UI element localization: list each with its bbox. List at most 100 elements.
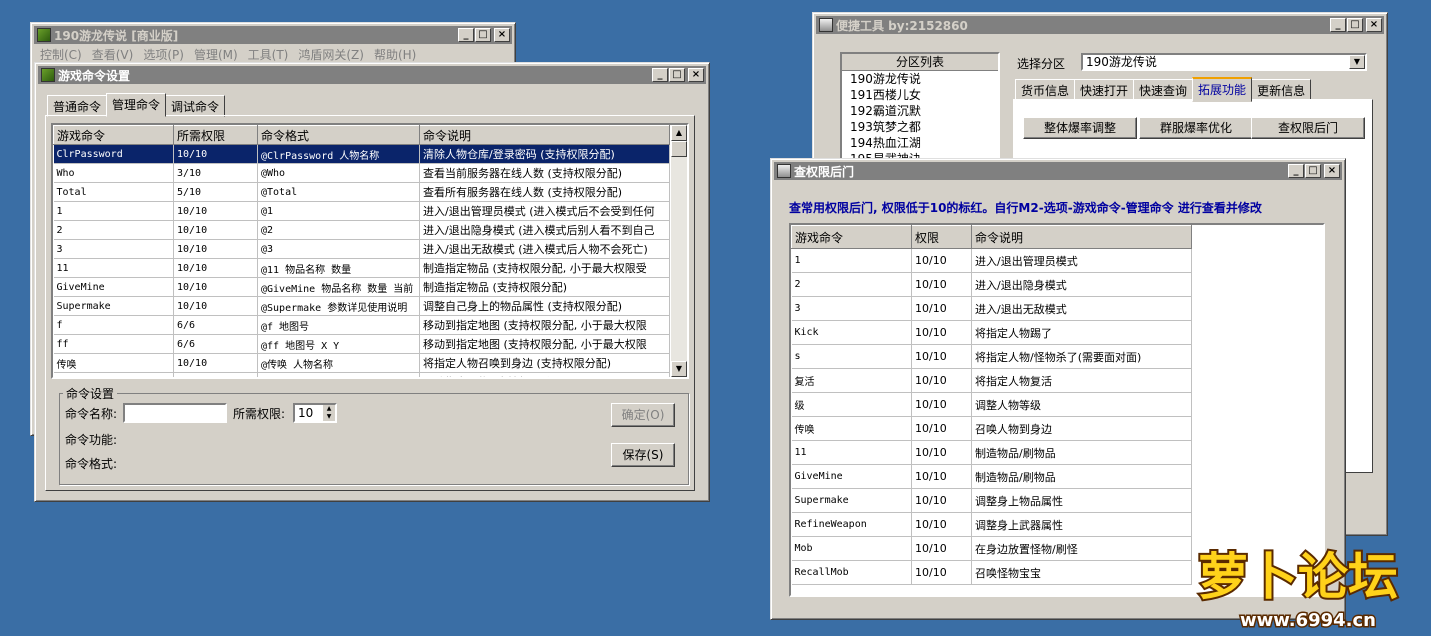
table-row[interactable]: Total 5/10 @Total 查看所有服务器在线人数 (支持权限分配): [53, 182, 670, 202]
minimize-icon[interactable]: _: [652, 68, 668, 82]
ok-button[interactable]: 确定(O): [611, 403, 675, 427]
list-item[interactable]: 191西楼儿女: [846, 87, 998, 103]
menu-gateway[interactable]: 鸿盾网关(Z): [293, 45, 369, 63]
col-header-permission[interactable]: 权限: [911, 225, 972, 249]
cell-permission: 10/10: [911, 320, 972, 345]
cell-format: @ClrPassword 人物名称: [257, 144, 420, 164]
save-button[interactable]: 保存(S): [611, 443, 675, 467]
maximize-icon[interactable]: □: [669, 68, 685, 82]
tool-window-titlebar[interactable]: 便捷工具 by:2152860 _ □ ×: [816, 16, 1384, 34]
cell-description: 进入/退出隐身模式 (进入模式后别人看不到自己: [419, 220, 670, 240]
table-row[interactable]: 2 10/10 进入/退出隐身模式: [791, 272, 1192, 297]
tab-update-info[interactable]: 更新信息: [1251, 79, 1312, 101]
cmd-window-titlebar[interactable]: 游戏命令设置 _ □ ×: [38, 66, 706, 84]
col-header-command[interactable]: 游戏命令: [53, 125, 174, 145]
backdoor-window-titlebar[interactable]: 查权限后门 _ □ ×: [774, 162, 1342, 180]
minimize-icon[interactable]: _: [458, 28, 474, 42]
close-icon[interactable]: ×: [688, 68, 704, 82]
drop-rate-adjust-button[interactable]: 整体爆率调整: [1023, 117, 1137, 139]
cell-format: @Who: [257, 163, 420, 183]
partition-select[interactable]: 190游龙传说 ▼: [1081, 53, 1367, 71]
close-icon[interactable]: ×: [1366, 18, 1382, 32]
tab-currency-info[interactable]: 货币信息: [1015, 79, 1076, 101]
close-icon[interactable]: ×: [1324, 164, 1340, 178]
table-row[interactable]: 1 10/10 进入/退出管理员模式: [791, 248, 1192, 273]
cell-command: ff: [53, 334, 174, 354]
table-row[interactable]: 11 10/10 制造物品/刷物品: [791, 440, 1192, 465]
cell-permission: 10/10: [911, 368, 972, 393]
cell-description: 制造物品/刷物品: [971, 464, 1192, 489]
group-drop-optimize-button[interactable]: 群服爆率优化: [1139, 117, 1253, 139]
table-row[interactable]: 11 10/10 @11 物品名称 数量 制造指定物品 (支持权限分配, 小于最大权限…: [53, 258, 670, 278]
tab-admin-commands[interactable]: 管理命令: [106, 93, 167, 117]
check-backdoor-button[interactable]: 查权限后门: [1251, 117, 1365, 139]
tab-debug-commands[interactable]: 调试命令: [165, 95, 226, 117]
list-item[interactable]: 190游龙传说: [846, 71, 998, 87]
cmd-list-scrollbar[interactable]: ▲ ▼: [671, 125, 687, 377]
cell-description: 跟踪指定人物 (支持权限分配): [419, 372, 670, 377]
menu-help[interactable]: 帮助(H): [369, 45, 421, 63]
tab-quick-query[interactable]: 快速查询: [1133, 79, 1194, 101]
partition-list[interactable]: 分区列表 190游龙传说 191西楼儿女 192霸道沉默 193筑梦之都 194热血江湖…: [840, 52, 1000, 170]
col-header-description[interactable]: 命令说明: [419, 125, 670, 145]
table-row[interactable]: Supermake 10/10 @Supermake 参数详见使用说明 调整自己身上的…: [53, 296, 670, 316]
close-icon[interactable]: ×: [494, 28, 510, 42]
perm-spinner[interactable]: 10 ▲ ▼: [293, 403, 337, 423]
table-row[interactable]: Mob 10/10 在身边放置怪物/刷怪: [791, 536, 1192, 561]
spinner-arrows-icon[interactable]: ▲ ▼: [323, 405, 335, 421]
menu-control[interactable]: 控制(C): [35, 45, 87, 63]
menu-options[interactable]: 选项(P): [138, 45, 189, 63]
table-row[interactable]: Supermake 10/10 调整身上物品属性: [791, 488, 1192, 513]
main-window-titlebar[interactable]: 190游龙传说 [商业版] _ □ ×: [34, 26, 512, 44]
cell-command: Total: [53, 182, 174, 202]
table-row[interactable]: 3 10/10 进入/退出无敌模式: [791, 296, 1192, 321]
tab-quick-open[interactable]: 快速打开: [1074, 79, 1135, 101]
table-row[interactable]: 级 10/10 调整人物等级: [791, 392, 1192, 417]
maximize-icon[interactable]: □: [1305, 164, 1321, 178]
tab-normal-commands[interactable]: 普通命令: [47, 95, 108, 117]
tab-extensions[interactable]: 拓展功能: [1192, 77, 1253, 102]
list-item[interactable]: 194热血江湖: [846, 135, 998, 151]
col-header-format[interactable]: 命令格式: [257, 125, 420, 145]
perm-value: 10: [298, 406, 314, 420]
table-row[interactable]: 复活 10/10 将指定人物复活: [791, 368, 1192, 393]
table-row[interactable]: 2 10/10 @2 进入/退出隐身模式 (进入模式后别人看不到自己: [53, 220, 670, 240]
chevron-down-icon[interactable]: ▼: [1349, 55, 1365, 69]
cmd-name-input[interactable]: [123, 403, 227, 423]
col-header-description[interactable]: 命令说明: [971, 225, 1192, 249]
table-row[interactable]: Kick 10/10 将指定人物踢了: [791, 320, 1192, 345]
minimize-icon[interactable]: _: [1330, 18, 1346, 32]
table-row[interactable]: ClrPassword 10/10 @ClrPassword 人物名称 清除人物仓库/…: [53, 144, 670, 164]
table-row[interactable]: 追踪10/10@追踪 人物名称跟踪指定人物 (支持权限分配): [53, 372, 670, 377]
menu-view[interactable]: 查看(V): [87, 45, 139, 63]
table-row[interactable]: Who 3/10 @Who 查看当前服务器在线人数 (支持权限分配): [53, 163, 670, 183]
table-row[interactable]: f 6/6 @f 地图号 移动到指定地图 (支持权限分配, 小于最大权限: [53, 315, 670, 335]
scroll-thumb[interactable]: [671, 141, 687, 157]
scroll-down-icon[interactable]: ▼: [671, 361, 687, 377]
cell-command: 复活: [791, 368, 912, 393]
table-row[interactable]: s 10/10 将指定人物/怪物杀了(需要面对面): [791, 344, 1192, 369]
table-row[interactable]: ff 6/6 @ff 地图号 X Y 移动到指定地图 (支持权限分配, 小于最大权限: [53, 334, 670, 354]
menu-tools[interactable]: 工具(T): [243, 45, 294, 63]
table-row[interactable]: 传唤 10/10 召唤人物到身边: [791, 416, 1192, 441]
cmd-window-title: 游戏命令设置: [58, 68, 131, 83]
col-header-command[interactable]: 游戏命令: [791, 225, 912, 249]
list-item[interactable]: 192霸道沉默: [846, 103, 998, 119]
maximize-icon[interactable]: □: [475, 28, 491, 42]
table-row[interactable]: RecallMob 10/10 召唤怪物宝宝: [791, 560, 1192, 585]
minimize-icon[interactable]: _: [1288, 164, 1304, 178]
table-row[interactable]: GiveMine 10/10 制造物品/刷物品: [791, 464, 1192, 489]
table-row[interactable]: RefineWeapon 10/10 调整身上武器属性: [791, 512, 1192, 537]
table-row[interactable]: 3 10/10 @3 进入/退出无敌模式 (进入模式后人物不会死亡): [53, 239, 670, 259]
scroll-up-icon[interactable]: ▲: [671, 125, 687, 141]
list-item[interactable]: 193筑梦之都: [846, 119, 998, 135]
table-row[interactable]: 传唤 10/10 @传唤 人物名称 将指定人物召唤到身边 (支持权限分配): [53, 353, 670, 373]
backdoor-app-icon: [777, 164, 791, 178]
menu-manage[interactable]: 管理(M): [189, 45, 243, 63]
table-row[interactable]: 1 10/10 @1 进入/退出管理员模式 (进入模式后不会受到任何: [53, 201, 670, 221]
maximize-icon[interactable]: □: [1347, 18, 1363, 32]
cell-command: s: [791, 344, 912, 369]
cmd-list-view[interactable]: 游戏命令 所需权限 命令格式 命令说明 ClrPassword 10/10 @Clr…: [51, 123, 689, 379]
table-row[interactable]: GiveMine 10/10 @GiveMine 物品名称 数量 当前 制造指定物品 …: [53, 277, 670, 297]
col-header-permission[interactable]: 所需权限: [173, 125, 258, 145]
